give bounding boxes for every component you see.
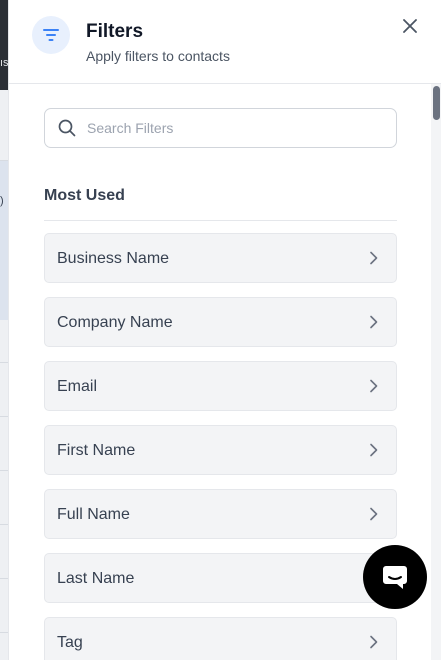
background-app: ıs ) bbox=[0, 0, 8, 660]
background-dark-block bbox=[0, 0, 8, 90]
search-input[interactable] bbox=[87, 109, 387, 147]
background-divider bbox=[0, 470, 8, 471]
close-button[interactable] bbox=[399, 15, 421, 37]
scrollbar-thumb[interactable] bbox=[433, 86, 440, 120]
search-icon bbox=[58, 119, 76, 137]
background-divider bbox=[0, 416, 8, 417]
filter-item-last-name[interactable]: Last Name bbox=[44, 553, 397, 603]
filter-list: Business Name Company Name Email First N… bbox=[44, 233, 397, 660]
panel-subtitle: Apply filters to contacts bbox=[86, 48, 230, 64]
section-divider bbox=[44, 220, 397, 221]
chevron-right-icon bbox=[370, 315, 378, 329]
filter-item-label: Full Name bbox=[57, 506, 130, 523]
background-divider bbox=[0, 160, 8, 161]
filters-panel: Filters Apply filters to contacts Most U… bbox=[8, 0, 441, 660]
close-icon bbox=[403, 19, 417, 33]
filter-item-email[interactable]: Email bbox=[44, 361, 397, 411]
background-selected-row bbox=[0, 160, 8, 320]
chat-icon bbox=[383, 566, 407, 589]
filter-item-label: Tag bbox=[57, 634, 83, 651]
panel-header: Filters Apply filters to contacts bbox=[9, 0, 441, 84]
filter-item-label: Business Name bbox=[57, 250, 170, 267]
chevron-right-icon bbox=[370, 507, 378, 521]
panel-scrollbar[interactable] bbox=[431, 84, 441, 660]
chevron-right-icon bbox=[370, 251, 378, 265]
filter-item-tag[interactable]: Tag bbox=[44, 617, 397, 660]
background-divider bbox=[0, 578, 8, 579]
chevron-right-icon bbox=[370, 443, 378, 457]
chevron-right-icon bbox=[370, 379, 378, 393]
background-divider bbox=[0, 524, 8, 525]
background-text-fragment: ) bbox=[0, 195, 4, 207]
panel-title: Filters bbox=[86, 21, 144, 42]
section-title: Most Used bbox=[44, 187, 125, 204]
filter-item-label: Company Name bbox=[57, 314, 173, 331]
filter-item-business-name[interactable]: Business Name bbox=[44, 233, 397, 283]
background-divider bbox=[0, 362, 8, 363]
chat-button[interactable] bbox=[363, 545, 427, 609]
filter-icon bbox=[32, 16, 70, 54]
background-text-fragment: ıs bbox=[0, 57, 8, 69]
background-divider bbox=[0, 632, 8, 633]
filter-item-full-name[interactable]: Full Name bbox=[44, 489, 397, 539]
chevron-right-icon bbox=[370, 635, 378, 649]
search-box bbox=[44, 108, 397, 148]
filter-item-label: Email bbox=[57, 378, 98, 395]
filter-item-company-name[interactable]: Company Name bbox=[44, 297, 397, 347]
filter-item-first-name[interactable]: First Name bbox=[44, 425, 397, 475]
filter-item-label: First Name bbox=[57, 442, 136, 459]
filter-item-label: Last Name bbox=[57, 570, 135, 587]
